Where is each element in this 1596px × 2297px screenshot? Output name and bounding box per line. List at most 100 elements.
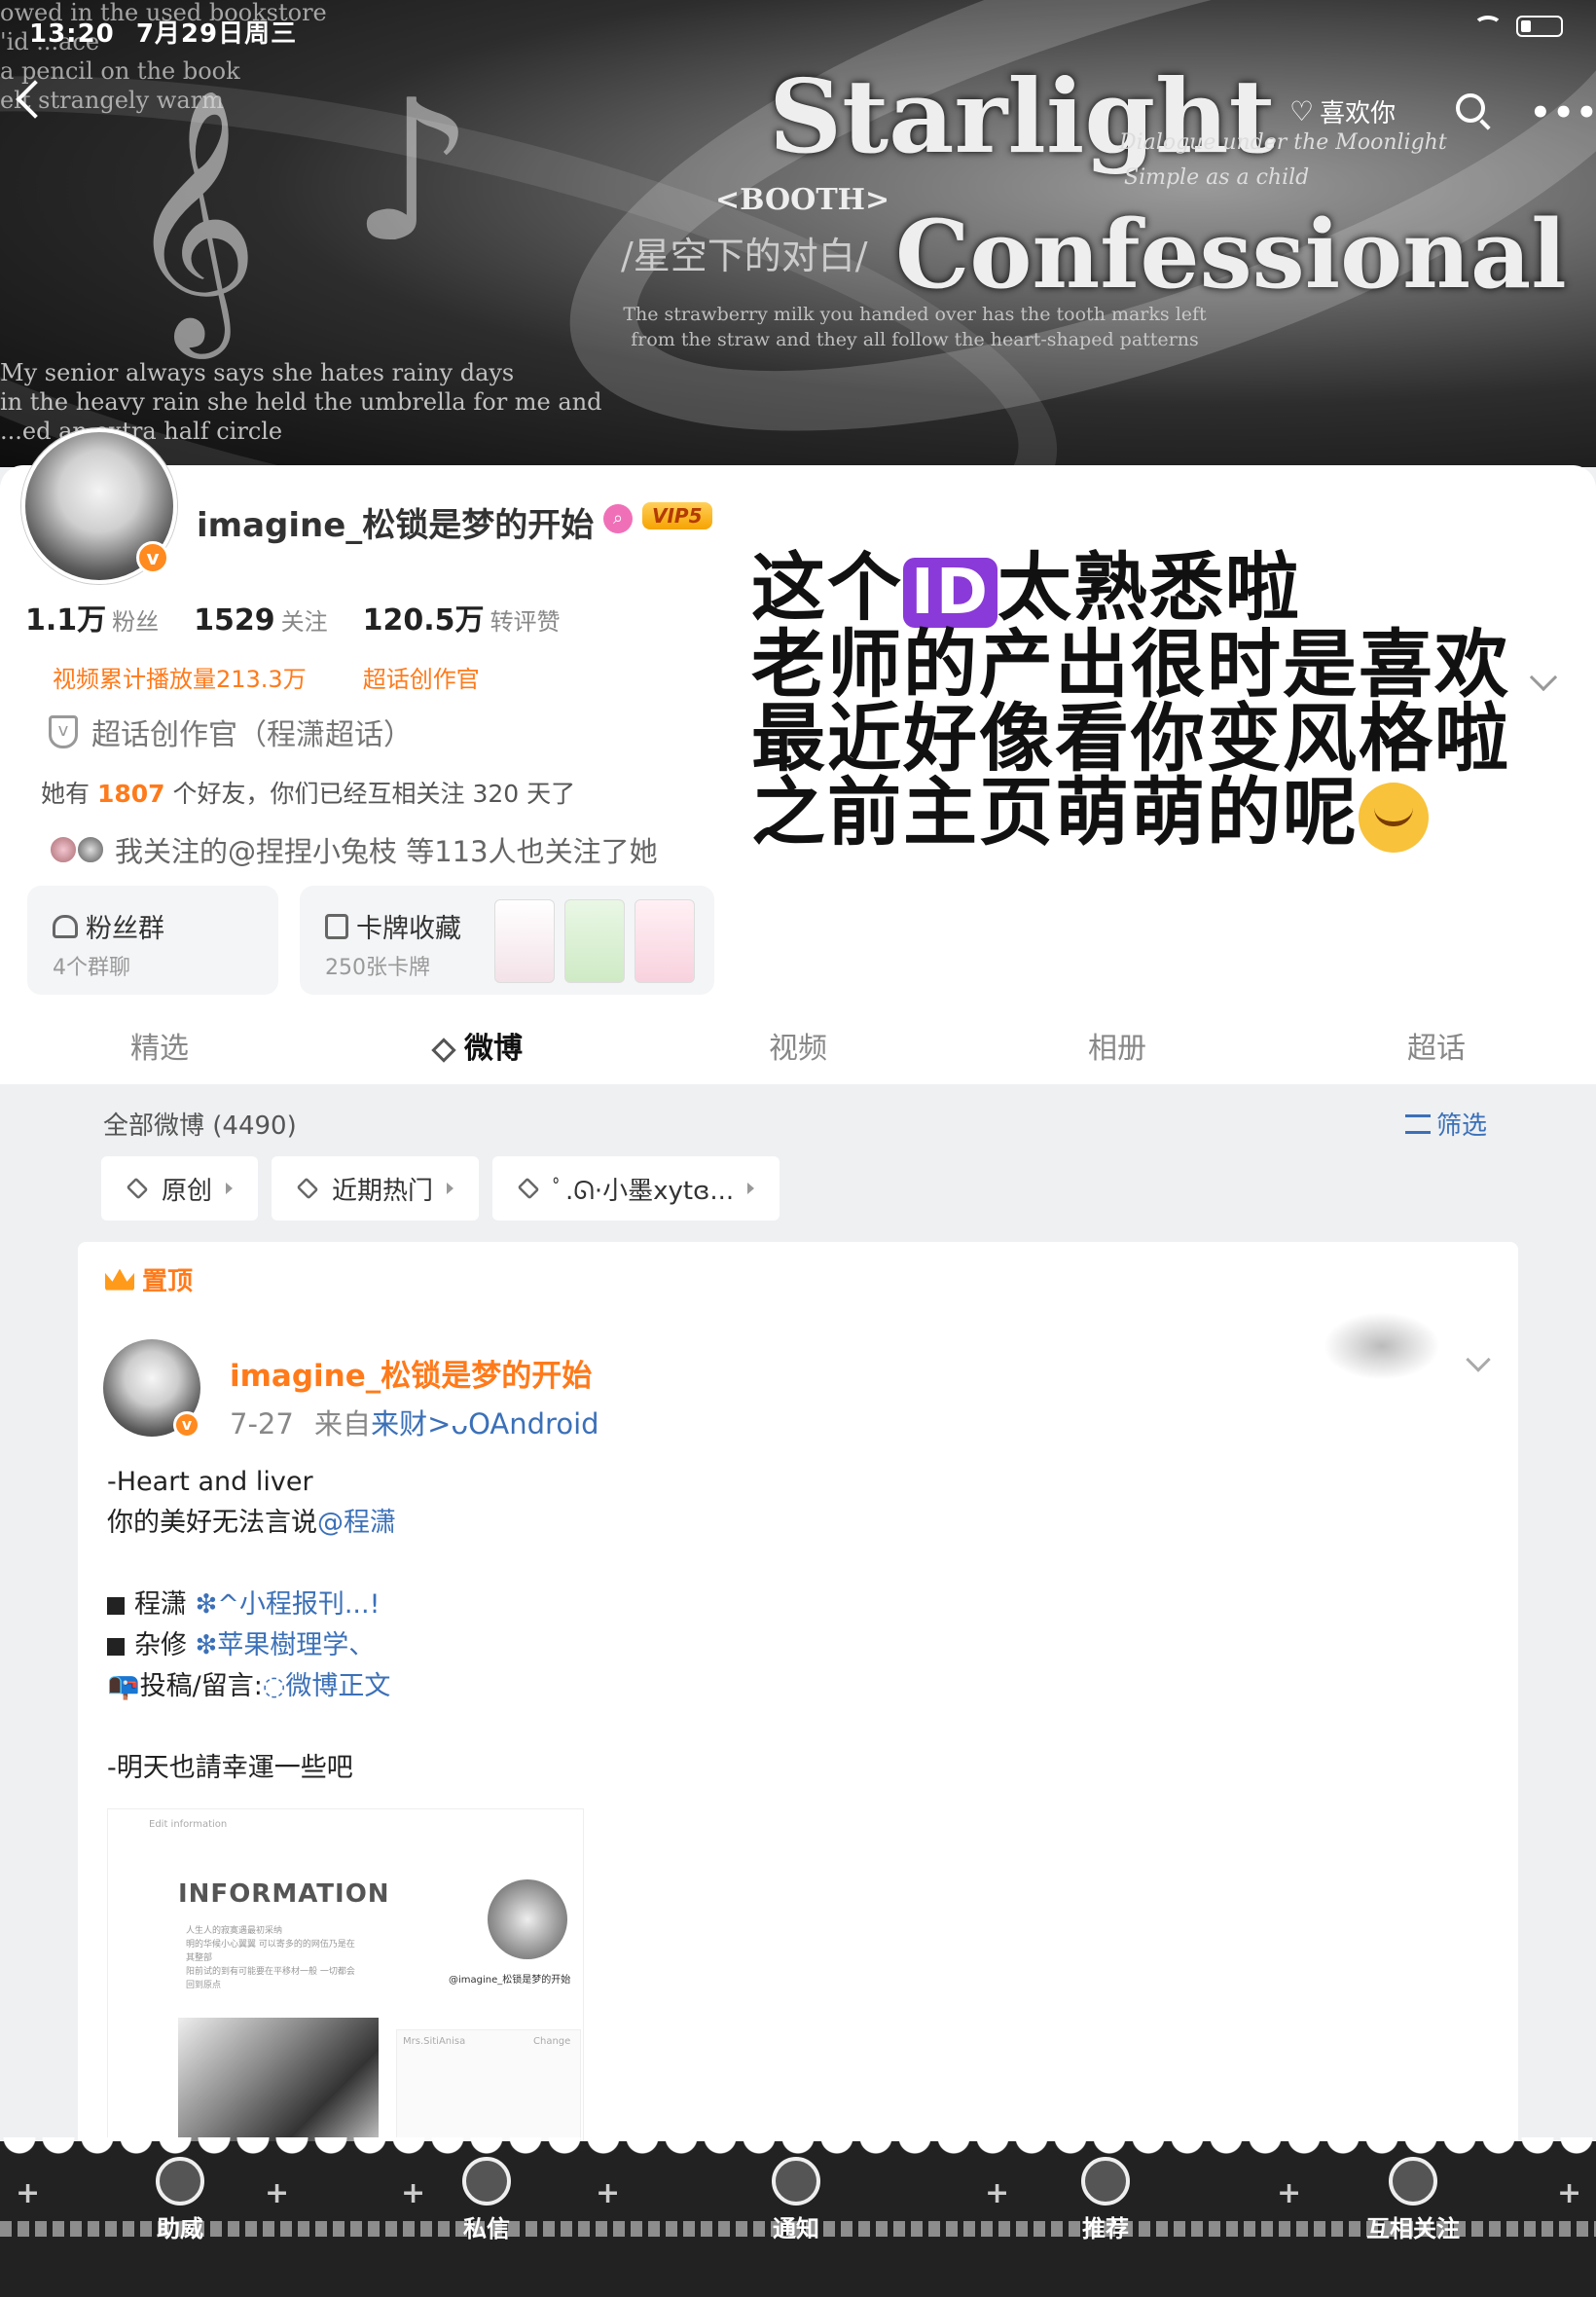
- mention-link[interactable]: @程潇: [317, 1508, 396, 1538]
- weibo-text-link[interactable]: ◌微博正文: [263, 1671, 391, 1701]
- card-icon: [325, 913, 348, 939]
- card-collection-label: 卡牌收藏: [356, 914, 461, 944]
- fan-group-card[interactable]: 粉丝群 4个群聊: [27, 886, 278, 995]
- profile-tags: 视频累计播放量213.3万 超话创作官: [53, 660, 480, 694]
- pink-badge-icon[interactable]: ⌕: [603, 504, 633, 533]
- plus-decoration-icon: +: [16, 2176, 41, 2210]
- pinned-label: 置顶: [105, 1261, 193, 1297]
- certification[interactable]: v 超话创作官（程潇超话）: [49, 711, 413, 753]
- nav-messages[interactable]: 私信: [389, 2157, 584, 2243]
- tag-video-views[interactable]: 视频累计播放量213.3万: [53, 660, 307, 694]
- shield-icon: v: [49, 715, 78, 748]
- stat-following[interactable]: 1529 关注: [194, 602, 328, 638]
- more-options-icon[interactable]: •••: [1530, 93, 1596, 132]
- vip-badge[interactable]: VIP5: [642, 502, 712, 529]
- diamond-icon: [431, 1037, 456, 1063]
- chip-label: 原创: [162, 1176, 213, 1206]
- post-decoration: [1324, 1312, 1440, 1380]
- topic-link[interactable]: ❇^小程报刊...!: [196, 1589, 381, 1620]
- tab-album[interactable]: 相册: [975, 1006, 1259, 1084]
- message-icon: [462, 2157, 511, 2206]
- banner-subtitle-cn: /星空下的对白/: [621, 235, 868, 277]
- nav-label: 私信: [463, 2215, 510, 2242]
- friends-count[interactable]: 1807: [97, 780, 165, 808]
- friends-suffix: 个好友，你们已经互相关注 320 天了: [172, 780, 576, 808]
- status-time: 13:20: [29, 19, 115, 49]
- card-collection-card[interactable]: 卡牌收藏 250张卡牌: [300, 886, 714, 995]
- post-image[interactable]: Edit information INFORMATION 人生人的寂寞遇最初采纳…: [107, 1808, 584, 2147]
- status-icons: [1473, 16, 1563, 37]
- nav-label: 助威: [157, 2215, 203, 2242]
- stat-label: 转评赞: [490, 608, 561, 636]
- fan-group-title: 粉丝群: [53, 907, 164, 945]
- status-bar-time: 13:20 7月29日周三: [29, 14, 297, 50]
- profile-tabs: 精选 微博 视频 相册 超话: [0, 1006, 1596, 1084]
- overlay-text: 之前主页萌萌的呢: [751, 769, 1359, 856]
- crown-icon: [105, 1268, 134, 1291]
- pinned-post[interactable]: 置顶 v imagine_松锁是梦的开始 7-27 来自来财>ᴗOAndroid…: [78, 1242, 1518, 2147]
- nav-notifications[interactable]: 通知: [699, 2157, 893, 2243]
- chip-recent-hot[interactable]: 近期热门: [272, 1156, 480, 1221]
- feed-count: 全部微博 (4490): [103, 1112, 297, 1141]
- post-source[interactable]: 来财>ᴗOAndroid: [371, 1407, 598, 1440]
- topic-link[interactable]: ❇苹果樹理学、: [196, 1630, 376, 1660]
- profile-username: imagine_松锁是梦的开始: [197, 506, 595, 545]
- square-icon: [107, 1637, 125, 1656]
- nav-cheer[interactable]: 助威: [83, 2157, 277, 2243]
- tab-weibo[interactable]: 微博: [337, 1006, 621, 1084]
- feed-chips: 原创 近期热门 ﾟ.ᘏ·小墨xytɞ...: [101, 1156, 780, 1221]
- banner-subtitle-en2: Simple as a child: [1124, 165, 1310, 190]
- collection-card-thumb[interactable]: [564, 899, 625, 983]
- banner-title-line2: Confessional: [895, 200, 1567, 310]
- fan-group-label: 粉丝群: [86, 914, 164, 944]
- post-author[interactable]: imagine_松锁是梦的开始: [230, 1351, 592, 1395]
- search-icon[interactable]: [1456, 93, 1485, 123]
- tab-video[interactable]: 视频: [656, 1006, 940, 1084]
- image-edit-label: Edit information: [149, 1819, 228, 1830]
- collection-card-thumb[interactable]: [494, 899, 555, 983]
- layers-icon: [517, 1177, 540, 1200]
- post-line: 你的美好无法言说@程潇: [107, 1503, 396, 1544]
- pin-text: 置顶: [142, 1267, 194, 1296]
- chip-original[interactable]: 原创: [101, 1156, 259, 1221]
- music-note-decoration: ♪: [350, 58, 475, 285]
- mutual-followers[interactable]: 我关注的@捏捏小兔枝 等113人也关注了她: [49, 829, 658, 870]
- chip-collection[interactable]: ﾟ.ᘏ·小墨xytɞ...: [492, 1156, 780, 1221]
- post-line: 程潇 ❇^小程报刊...!: [107, 1585, 396, 1625]
- heart-outline-icon: ♡: [1289, 95, 1315, 128]
- mutual-avatar: [76, 835, 105, 864]
- stat-value: 120.5万: [362, 603, 485, 638]
- nav-recommend[interactable]: 推荐: [1008, 2157, 1203, 2243]
- nav-mutual-follow[interactable]: 互相关注: [1316, 2157, 1510, 2243]
- verified-badge-icon: v: [173, 1411, 200, 1439]
- like-you-button[interactable]: ♡ 喜欢你: [1289, 93, 1396, 129]
- tag-creator[interactable]: 超话创作官: [363, 660, 480, 694]
- post-text: 你的美好无法言说: [107, 1508, 317, 1538]
- filter-button[interactable]: 筛选: [1405, 1106, 1487, 1142]
- collection-card-thumb[interactable]: [635, 899, 695, 983]
- tab-supertopic[interactable]: 超话: [1294, 1006, 1578, 1084]
- friends-info: 她有 1807 个好友，你们已经互相关注 320 天了: [41, 775, 575, 810]
- image-handle: @imagine_松锁是梦的开始: [449, 1975, 571, 1986]
- mutual-avatar: [49, 835, 78, 864]
- like-label: 喜欢你: [1320, 99, 1396, 128]
- stat-followers[interactable]: 1.1万 粉丝: [25, 596, 159, 638]
- image-avatar: [488, 1879, 567, 1959]
- chevron-down-icon[interactable]: [1466, 1347, 1491, 1372]
- chip-label: 近期热门: [332, 1176, 434, 1206]
- nav-label: 互相关注: [1366, 2215, 1460, 2242]
- post-line: 杂修 ❇苹果樹理学、: [107, 1625, 396, 1666]
- image-heading: INFORMATION: [178, 1879, 390, 1909]
- overlay-line-2: 老师的产出很时是喜欢: [751, 621, 1510, 708]
- stat-interactions[interactable]: 120.5万 转评赞: [363, 596, 561, 638]
- overlay-text: 太熟悉啦: [997, 544, 1301, 631]
- verified-badge-icon: v: [136, 541, 169, 574]
- profile-stats: 1.1万 粉丝 1529 关注 120.5万 转评赞: [25, 596, 561, 638]
- status-date: 7月29日周三: [135, 19, 298, 49]
- nav-label: 推荐: [1082, 2215, 1129, 2242]
- image-body-text: 人生人的寂寞遇最初采纳 明的华候小心翼翼 可以寄多的的网伍乃是在其整部 阳前试的…: [186, 1926, 355, 1990]
- fan-group-sub: 4个群聊: [53, 956, 130, 980]
- post-line: 📭投稿/留言:◌微博正文: [107, 1666, 396, 1707]
- tab-featured[interactable]: 精选: [18, 1006, 302, 1084]
